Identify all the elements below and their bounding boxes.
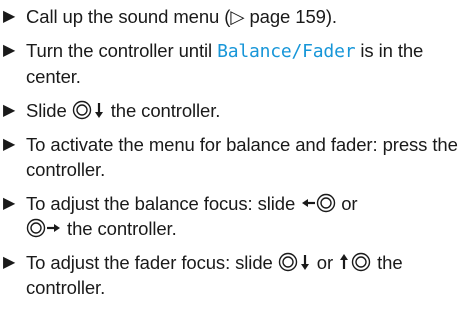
instruction-steps: ▶ Call up the sound menu (▷ page 159). ▶… bbox=[0, 4, 463, 309]
step-5-text-before: To adjust the balance focus: slide bbox=[26, 193, 301, 214]
triangle-right-icon: ▶ bbox=[3, 8, 16, 25]
triangle-right-icon: ▶ bbox=[3, 254, 16, 271]
step-5: ▶ To adjust the balance focus: slide or … bbox=[0, 191, 463, 241]
step-2: ▶ Turn the controller until Balance/Fade… bbox=[0, 38, 463, 89]
triangle-right-icon: ▶ bbox=[3, 42, 16, 59]
triangle-right-icon: ▶ bbox=[3, 136, 16, 153]
step-1: ▶ Call up the sound menu (▷ page 159). bbox=[0, 4, 463, 29]
step-2-text-before: Turn the controller until bbox=[26, 40, 218, 61]
step-5-text-mid: or bbox=[336, 193, 358, 214]
controller-slide-up-icon bbox=[338, 252, 372, 272]
step-3: ▶ Slide the controller. bbox=[0, 98, 463, 123]
controller-slide-down-icon bbox=[72, 100, 106, 120]
step-6-text-before: To adjust the fader focus: slide bbox=[26, 252, 278, 273]
controller-slide-right-icon bbox=[26, 218, 62, 238]
step-1-text-before: Call up the sound menu ( bbox=[26, 6, 231, 27]
step-4: ▶ To activate the menu for balance and f… bbox=[0, 132, 463, 182]
triangle-right-icon: ▶ bbox=[3, 102, 16, 119]
display-menu-item: Balance/Fader bbox=[217, 41, 356, 62]
controller-slide-down-icon bbox=[278, 252, 312, 272]
step-3-text-after: the controller. bbox=[105, 100, 221, 121]
step-3-text-before: Slide bbox=[26, 100, 72, 121]
step-5-text-after: the controller. bbox=[62, 218, 177, 239]
triangle-right-icon: ▶ bbox=[3, 195, 16, 212]
step-1-text-after: page 159). bbox=[244, 6, 337, 27]
controller-slide-left-icon bbox=[300, 193, 336, 213]
page-reference-icon: ▷ bbox=[230, 6, 245, 27]
step-6-text-mid: or bbox=[311, 252, 339, 273]
step-6: ▶ To adjust the fader focus: slide or th… bbox=[0, 250, 463, 300]
step-4-text: To activate the menu for balance and fad… bbox=[26, 134, 458, 180]
